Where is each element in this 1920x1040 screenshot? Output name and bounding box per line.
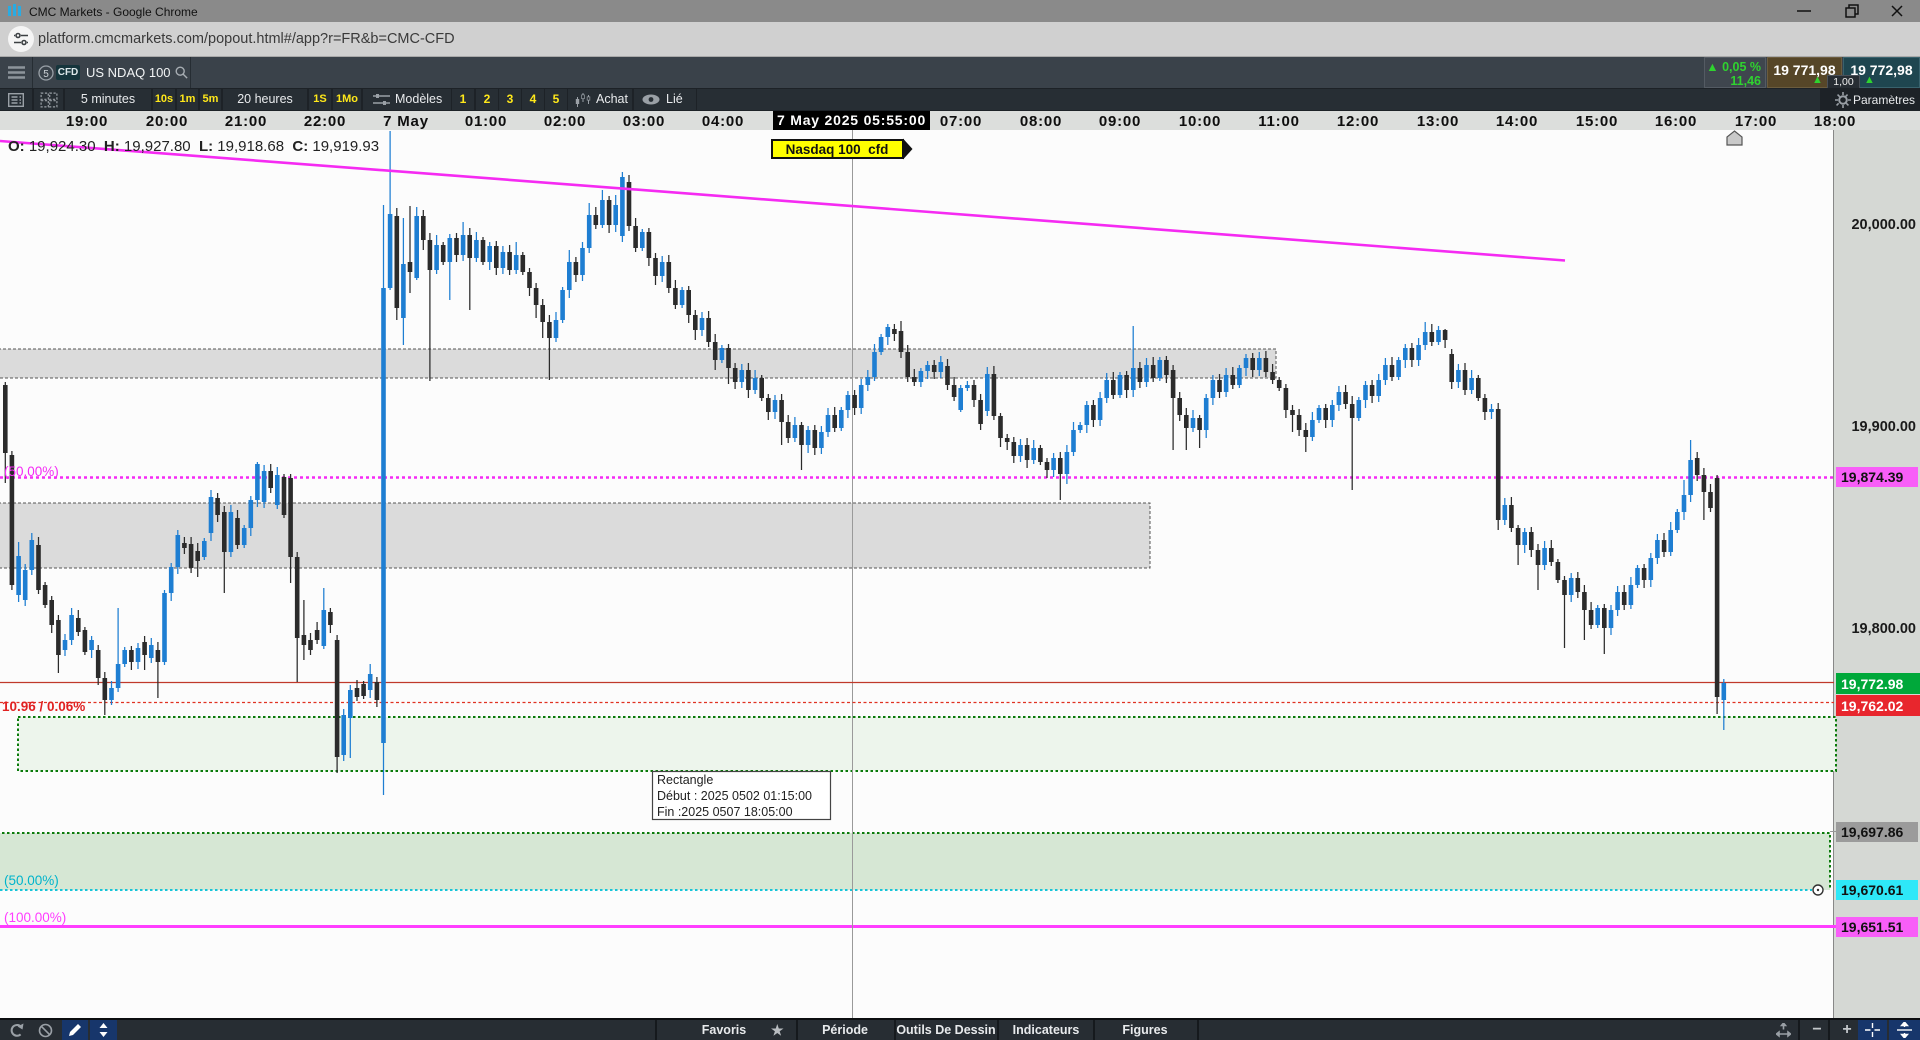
svg-text:Rectangle: Rectangle (657, 773, 713, 787)
svg-text:Nasdaq 100 cfd: Nasdaq 100 cfd (786, 142, 889, 157)
svg-text:19,900.00: 19,900.00 (1851, 419, 1916, 435)
svg-text:19,670.61: 19,670.61 (1841, 882, 1903, 898)
svg-text:(50.00%): (50.00%) (4, 873, 59, 888)
svg-text:(100.00%): (100.00%) (4, 910, 66, 925)
svg-text:19,874.39: 19,874.39 (1841, 469, 1903, 485)
svg-text:O: 19,924.30 H: 19,927.80 L:: O: 19,924.30 H: 19,927.80 L: 19,918.68 C… (8, 138, 379, 155)
svg-text:19,800.00: 19,800.00 (1851, 621, 1916, 637)
svg-text:19,697.86: 19,697.86 (1841, 824, 1903, 840)
svg-text:(50.00%): (50.00%) (4, 464, 59, 479)
svg-text:19,762.02: 19,762.02 (1841, 698, 1903, 714)
svg-text:10.96 / 0.06%: 10.96 / 0.06% (2, 699, 85, 714)
svg-text:19,651.51: 19,651.51 (1841, 919, 1903, 935)
svg-text:Fin :2025 0507 18:05:00: Fin :2025 0507 18:05:00 (657, 805, 793, 819)
svg-text:20,000.00: 20,000.00 (1851, 217, 1916, 233)
svg-text:19,772.98: 19,772.98 (1841, 676, 1903, 692)
svg-text:5: 5 (43, 69, 49, 80)
svg-text:Début : 2025 0502 01:15:00: Début : 2025 0502 01:15:00 (657, 789, 812, 803)
